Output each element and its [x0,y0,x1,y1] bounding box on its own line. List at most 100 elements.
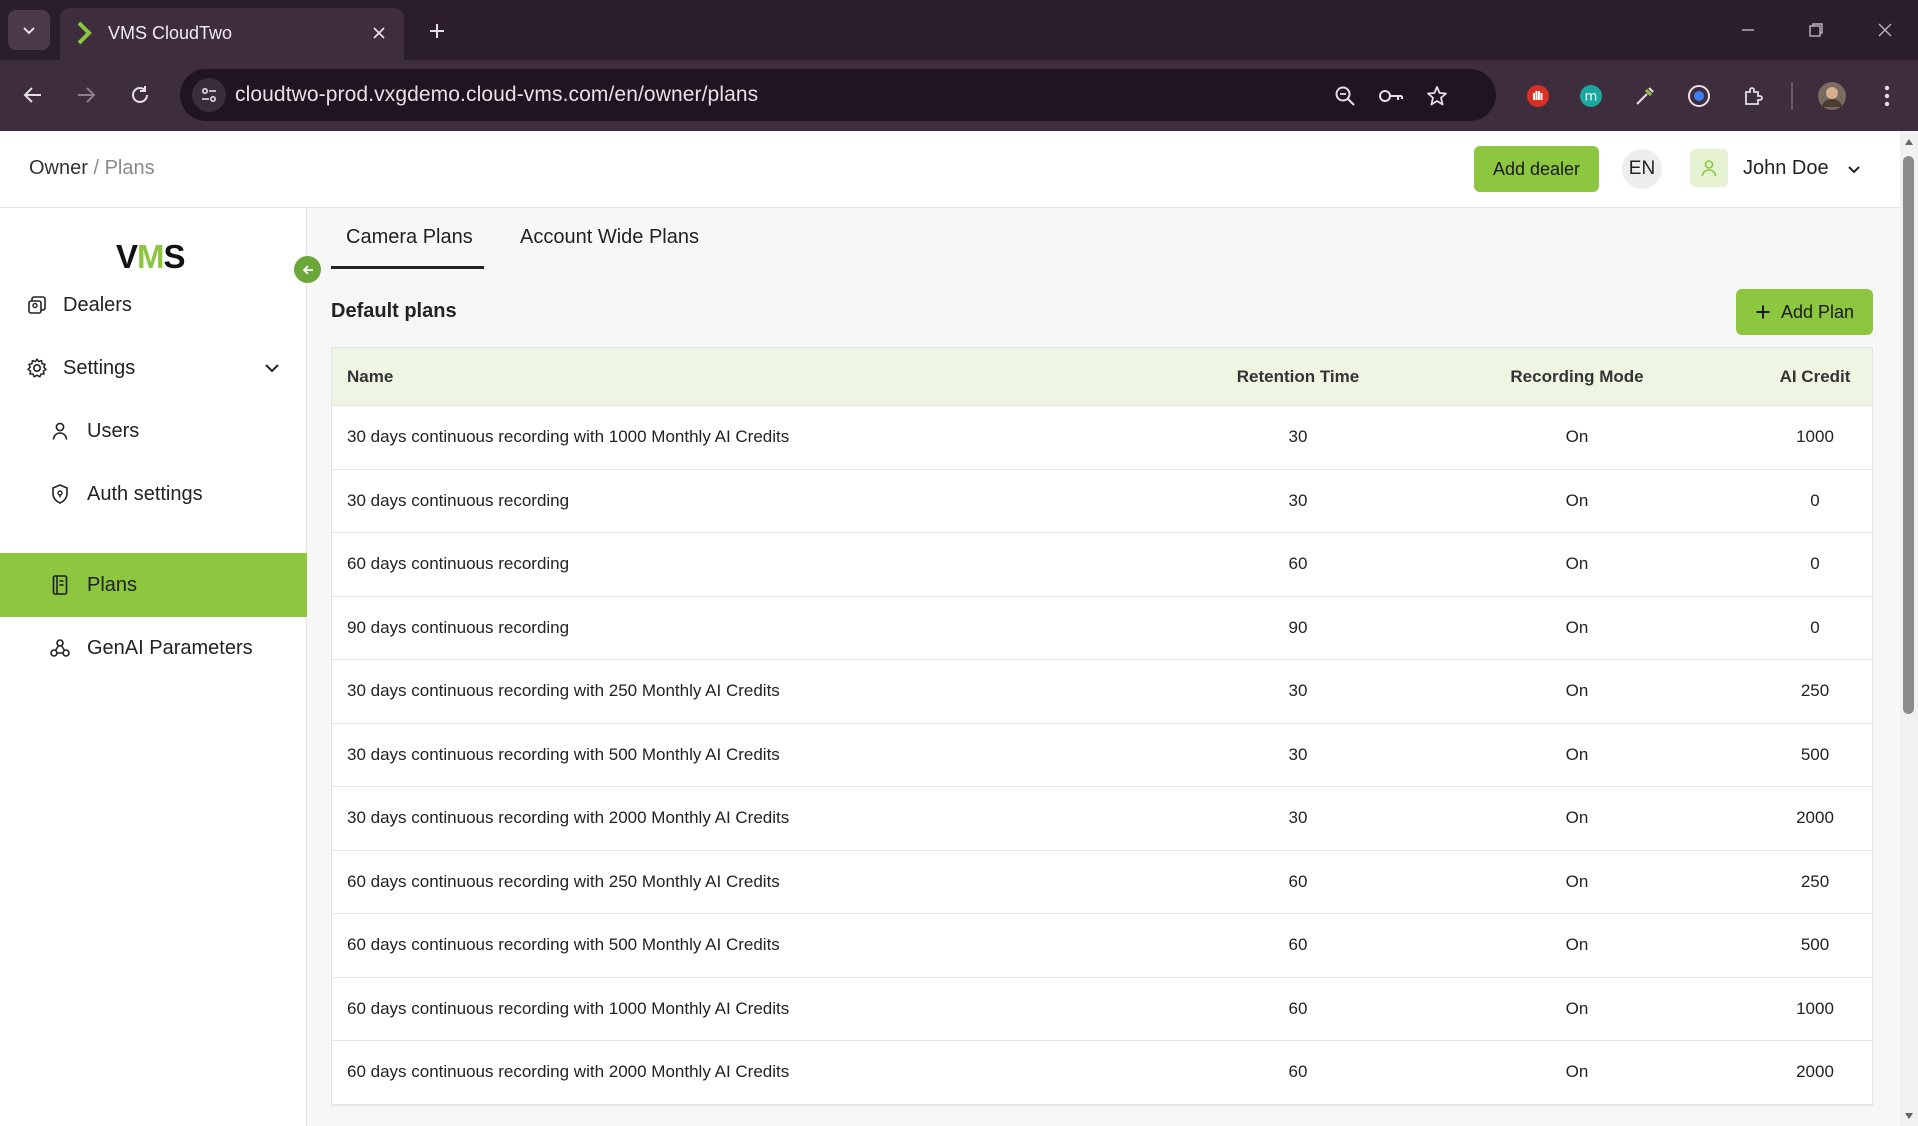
table-row[interactable]: 90 days continuous recording 90 On 0 [332,597,1872,660]
password-key-icon[interactable] [1376,81,1406,111]
cell-retention-time: 60 [1288,871,1308,891]
dealers-icon [25,293,49,317]
close-window-button[interactable] [1865,12,1905,48]
cell-name: 60 days continuous recording with 1000 M… [347,998,790,1018]
sidebar-item-label: Users [87,420,140,442]
cell-retention-time: 60 [1288,998,1308,1018]
extension-adblock-icon[interactable] [1521,79,1555,113]
collapse-sidebar-button[interactable] [294,256,321,283]
sidebar-item-genai-parameters[interactable]: GenAI Parameters [0,617,307,679]
sidebar-item-settings[interactable]: Settings [0,337,307,399]
scroll-up-arrow-icon[interactable] [1900,134,1918,150]
extension-eyedropper-icon[interactable] [1628,79,1662,113]
scroll-down-arrow-icon[interactable] [1900,1108,1918,1124]
shield-icon [48,482,72,506]
chevron-down-icon[interactable] [260,356,284,380]
plus-icon [430,24,444,38]
cell-ai-credit: 250 [1800,681,1830,700]
tab-account-wide-plans[interactable]: Account Wide Plans [520,226,699,249]
table-row[interactable]: 60 days continuous recording with 250 Mo… [332,851,1872,914]
cell-ai-credit: 250 [1800,871,1830,891]
bookmark-star-icon[interactable] [1422,81,1452,111]
forward-button[interactable] [66,75,106,115]
table-row[interactable]: 30 days continuous recording with 250 Mo… [332,660,1872,724]
scrollbar-thumb[interactable] [1903,156,1914,714]
sidebar-item-plans[interactable]: Plans [0,553,307,617]
table-row[interactable]: 60 days continuous recording 60 On 0 [332,533,1872,597]
cell-name: 60 days continuous recording with 2000 M… [347,1062,790,1081]
cell-ai-credit: 2000 [1796,1062,1834,1081]
user-avatar-icon[interactable] [1690,149,1728,187]
column-header-retention-time[interactable]: Retention Time [1198,367,1398,387]
table-row[interactable]: 60 days continuous recording with 1000 M… [332,978,1872,1041]
browser-tab-bar: VMS CloudTwo [0,0,1918,60]
table-row[interactable]: 30 days continuous recording with 500 Mo… [332,724,1872,787]
zoom-icon[interactable] [1330,81,1360,111]
close-tab-icon[interactable] [366,20,392,46]
cell-name: 30 days continuous recording with 250 Mo… [347,681,780,700]
minimize-window-button[interactable] [1728,12,1768,48]
extensions-puzzle-icon[interactable] [1736,79,1770,113]
table-row[interactable]: 60 days continuous recording with 500 Mo… [332,914,1872,978]
cell-recording-mode: On [1565,935,1589,954]
column-header-name[interactable]: Name [347,367,393,387]
user-icon [48,419,72,443]
chevron-down-icon[interactable] [1842,157,1866,181]
extension-password-manager-icon[interactable] [1682,79,1716,113]
toolbar-divider [1791,82,1793,110]
arrow-left-icon [302,264,313,275]
cell-ai-credit: 500 [1800,935,1830,954]
cell-retention-time: 60 [1288,935,1308,954]
table-row[interactable]: 30 days continuous recording 30 On 0 [332,470,1872,533]
sidebar-item-users[interactable]: Users [0,400,307,462]
reload-icon [132,86,148,103]
user-name[interactable]: John Doe [1743,157,1829,180]
site-info-icon[interactable] [192,78,226,112]
column-header-ai-credit[interactable]: AI Credit [1715,367,1915,387]
cell-recording-mode: On [1565,808,1589,827]
browser-tab-title: VMS CloudTwo [108,23,233,43]
tab-search-button[interactable] [8,10,50,50]
add-dealer-button[interactable]: Add dealer [1474,146,1599,192]
browser-tab-active[interactable]: VMS CloudTwo [60,8,404,60]
breadcrumb-owner[interactable]: Owner [29,157,88,179]
sidebar: VMS Dealers Settings Users Auth settings [0,208,321,1126]
reload-button[interactable] [120,75,160,115]
language-selector[interactable]: EN [1622,149,1662,189]
restore-icon [1809,23,1823,37]
cell-name: 30 days continuous recording with 1000 M… [347,427,790,446]
cell-name: 30 days continuous recording with 500 Mo… [347,744,780,764]
sidebar-item-auth-settings[interactable]: Auth settings [0,463,307,525]
cell-retention-time: 30 [1288,427,1308,446]
profile-avatar-icon[interactable] [1815,79,1849,113]
new-tab-button[interactable] [420,14,454,48]
chevron-down-icon [23,27,35,35]
column-header-recording-mode[interactable]: Recording Mode [1477,367,1677,387]
restore-window-button[interactable] [1796,12,1836,48]
cell-recording-mode: On [1565,490,1589,510]
cell-ai-credit: 0 [1810,554,1820,573]
minimize-icon [1742,29,1754,31]
cell-recording-mode: On [1565,681,1589,700]
table-header: Name Retention Time Recording Mode AI Cr… [332,348,1872,406]
tab-camera-plans[interactable]: Camera Plans [346,226,473,249]
extension-m-icon[interactable]: m [1574,79,1608,113]
url-text[interactable]: cloudtwo-prod.vxgdemo.cloud-vms.com/en/o… [235,83,758,107]
cell-ai-credit: 500 [1800,744,1830,764]
table-row[interactable]: 30 days continuous recording with 1000 M… [332,406,1872,470]
add-plan-button[interactable]: Add Plan [1736,289,1873,335]
browser-menu-icon[interactable] [1870,79,1904,113]
sidebar-item-dealers[interactable]: Dealers [0,274,307,336]
cell-ai-credit: 0 [1810,617,1820,637]
table-row[interactable]: 30 days continuous recording with 2000 M… [332,787,1872,851]
address-bar[interactable]: cloudtwo-prod.vxgdemo.cloud-vms.com/en/o… [180,69,1496,121]
sidebar-item-label: Plans [87,574,138,596]
breadcrumb-separator: / [87,157,105,179]
cell-name: 60 days continuous recording with 500 Mo… [347,935,780,954]
plus-icon [1756,305,1770,319]
main-content: Camera Plans Account Wide Plans Default … [307,208,1900,1126]
back-button[interactable] [13,75,53,115]
table-row[interactable]: 60 days continuous recording with 2000 M… [332,1041,1872,1105]
arrow-right-icon [78,87,96,103]
webhook-icon [48,636,72,660]
